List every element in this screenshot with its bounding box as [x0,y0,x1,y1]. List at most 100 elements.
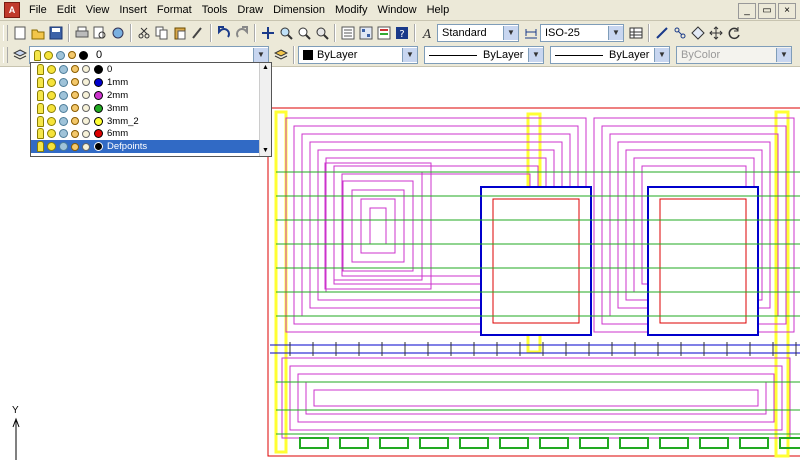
copy-icon[interactable] [154,25,170,41]
chevron-down-icon[interactable]: ▼ [503,26,518,40]
sun-icon[interactable] [47,116,56,126]
freeze-icon[interactable] [59,90,68,100]
freeze-icon[interactable] [59,103,68,113]
chevron-down-icon[interactable]: ▼ [253,48,268,62]
dim-style-combo[interactable]: ISO-25 ▼ [540,24,624,42]
help-icon[interactable]: ? [394,25,410,41]
match-icon[interactable] [190,25,206,41]
chevron-down-icon[interactable]: ▼ [402,48,417,62]
rotate-icon[interactable] [726,25,742,41]
chevron-down-icon[interactable]: ▼ [608,26,623,40]
lock-icon[interactable] [71,78,79,87]
lineweight-combo[interactable]: ByLayer ▼ [550,46,670,64]
lightbulb-icon[interactable] [37,76,44,88]
sun-icon[interactable] [47,129,56,139]
lock-icon[interactable] [71,142,79,151]
scroll-down-icon[interactable]: ▼ [260,146,271,156]
layer-row[interactable]: 3mm [31,102,271,115]
freeze-icon[interactable] [59,129,68,139]
open-icon[interactable] [30,25,46,41]
menu-format[interactable]: Format [152,0,197,20]
new-icon[interactable] [12,25,28,41]
plot-icon[interactable] [82,129,90,138]
freeze-icon[interactable] [59,64,68,74]
menu-draw[interactable]: Draw [232,0,268,20]
close-button[interactable]: × [778,3,796,19]
layer-dropdown[interactable]: 0 1mm 2mm 3mm 3mm_2 6mm Defpoints ▲ ▼ [30,62,272,157]
plot-icon[interactable] [82,142,90,151]
design-center-icon[interactable] [358,25,374,41]
layer-row[interactable]: 3mm_2 [31,115,271,128]
layer-previous-icon[interactable] [273,47,289,63]
menu-window[interactable]: Window [372,0,421,20]
layer-manager-icon[interactable] [12,47,28,63]
zoom-window-icon[interactable] [296,25,312,41]
print-icon[interactable] [74,25,90,41]
preview-icon[interactable] [92,25,108,41]
color-combo[interactable]: ByLayer ▼ [298,46,418,64]
restore-button[interactable]: ▭ [758,3,776,19]
freeze-icon[interactable] [59,77,68,87]
linetype-combo[interactable]: ByLayer ▼ [424,46,544,64]
sun-icon[interactable] [47,77,56,87]
cut-icon[interactable] [136,25,152,41]
sun-icon[interactable] [47,103,56,113]
sun-icon[interactable] [47,142,56,152]
menu-insert[interactable]: Insert [114,0,152,20]
plot-icon[interactable] [82,78,90,87]
text-style-combo[interactable]: Standard ▼ [437,24,519,42]
zoom-previous-icon[interactable] [314,25,330,41]
app-icon[interactable]: A [4,2,20,18]
layer-row[interactable]: 0 [31,63,271,76]
menu-help[interactable]: Help [422,0,455,20]
geometry-tool-icon[interactable] [690,25,706,41]
table-style-icon[interactable] [628,25,644,41]
layer-row[interactable]: 1mm [31,76,271,89]
dimension-tool-icon[interactable] [672,25,688,41]
lock-icon[interactable] [71,65,79,74]
plot-icon[interactable] [82,117,90,125]
plot-icon[interactable] [82,104,90,113]
match-properties-icon[interactable] [654,25,670,41]
redo-icon[interactable] [234,25,250,41]
sun-icon[interactable] [47,64,56,74]
pan-icon[interactable] [260,25,276,41]
menu-dimension[interactable]: Dimension [268,0,330,20]
properties-icon[interactable] [340,25,356,41]
lightbulb-icon[interactable] [37,89,44,101]
plot-icon[interactable] [82,65,90,74]
undo-icon[interactable] [216,25,232,41]
paste-icon[interactable] [172,25,188,41]
menu-tools[interactable]: Tools [197,0,233,20]
freeze-icon[interactable] [59,116,68,126]
menu-modify[interactable]: Modify [330,0,372,20]
minimize-button[interactable]: _ [738,3,756,19]
menu-edit[interactable]: Edit [52,0,81,20]
tool-palettes-icon[interactable] [376,25,392,41]
publish-icon[interactable] [110,25,126,41]
toolbar-grip[interactable] [3,25,8,41]
save-icon[interactable] [48,25,64,41]
lightbulb-icon[interactable] [37,115,44,127]
dropdown-scrollbar[interactable]: ▲ ▼ [259,63,271,156]
sun-icon[interactable] [47,90,56,100]
layer-row-selected[interactable]: Defpoints [31,140,271,154]
zoom-realtime-icon[interactable] [278,25,294,41]
layer-row[interactable]: 2mm [31,89,271,102]
layer-row[interactable]: 6mm [31,127,271,140]
freeze-icon[interactable] [59,142,68,152]
lock-icon[interactable] [71,129,79,138]
lock-icon[interactable] [71,104,79,113]
menu-file[interactable]: File [24,0,52,20]
lightbulb-icon[interactable] [37,141,44,153]
move-icon[interactable] [708,25,724,41]
toolbar-grip[interactable] [3,47,8,63]
plot-icon[interactable] [82,91,90,100]
menu-view[interactable]: View [81,0,115,20]
lightbulb-icon[interactable] [37,102,44,114]
chevron-down-icon[interactable]: ▼ [654,48,669,62]
lightbulb-icon[interactable] [37,128,44,140]
chevron-down-icon[interactable]: ▼ [528,48,543,62]
lock-icon[interactable] [71,91,79,100]
dim-style-icon[interactable] [523,25,539,41]
